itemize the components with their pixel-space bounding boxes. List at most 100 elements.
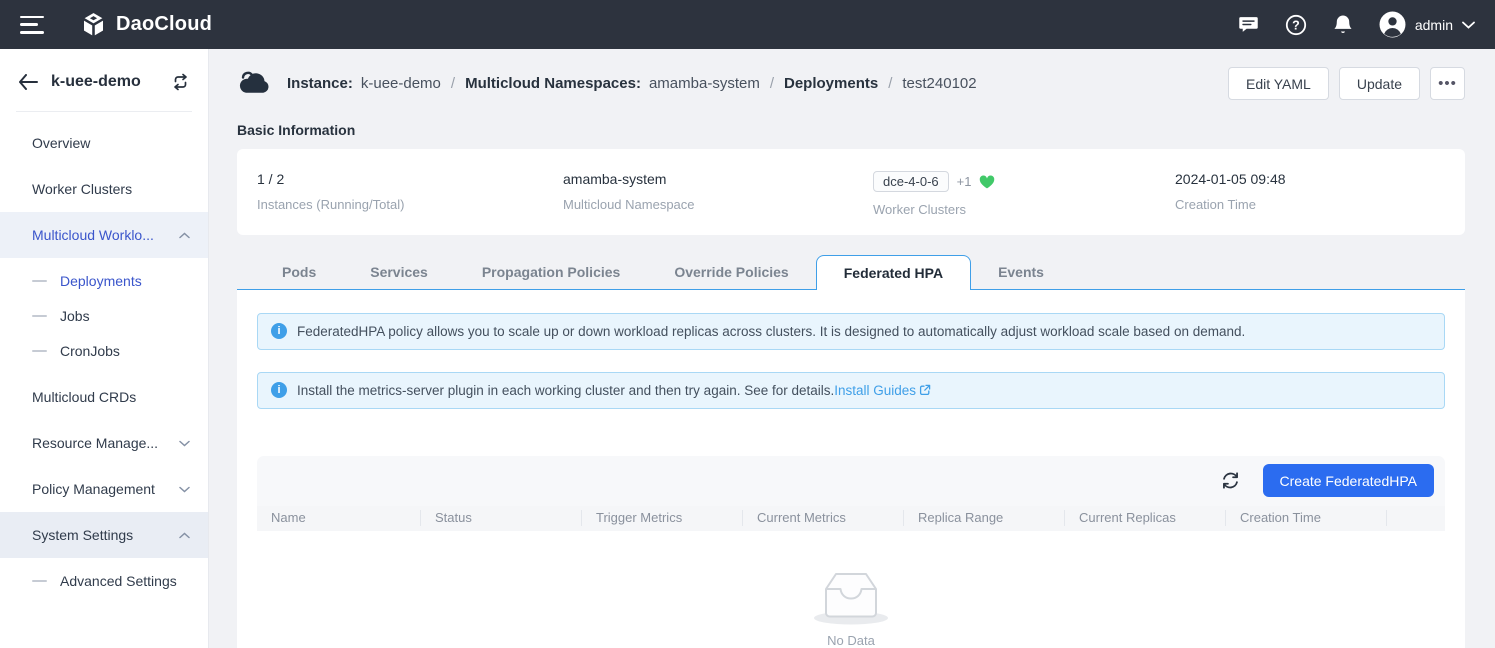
basic-information-card: 1 / 2 Instances (Running/Total) amamba-s… xyxy=(237,149,1465,235)
main-content: Instance: k-uee-demo / Multicloud Namesp… xyxy=(209,49,1495,648)
column-header-current-metrics: Current Metrics xyxy=(742,510,903,526)
create-federatedhpa-button[interactable]: Create FederatedHPA xyxy=(1263,464,1434,497)
tab-pods[interactable]: Pods xyxy=(255,255,343,289)
column-header-creation-time: Creation Time xyxy=(1225,510,1386,526)
user-name: admin xyxy=(1415,17,1453,33)
sidebar-item-label: CronJobs xyxy=(60,343,120,359)
no-data-label: No Data xyxy=(827,633,875,648)
field-value: 2024-01-05 09:48 xyxy=(1175,171,1286,187)
info-field-creation-time: 2024-01-05 09:48 Creation Time xyxy=(1175,171,1286,217)
avatar xyxy=(1379,11,1406,38)
chevron-down-icon xyxy=(179,440,190,447)
tab-federated-hpa[interactable]: Federated HPA xyxy=(816,255,971,290)
sidebar-divider xyxy=(16,111,192,112)
sidebar: k-uee-demo Overview Worker Clusters Mult… xyxy=(0,49,209,648)
sidebar-item-label: Policy Management xyxy=(32,481,155,497)
breadcrumb-instance-value[interactable]: k-uee-demo xyxy=(361,75,441,92)
column-header-status: Status xyxy=(420,510,581,526)
cluster-extra-count: +1 xyxy=(957,174,972,189)
sidebar-item-label: Jobs xyxy=(60,308,90,324)
breadcrumb: Instance: k-uee-demo / Multicloud Namesp… xyxy=(287,75,977,92)
more-actions-button[interactable]: ••• xyxy=(1430,67,1465,100)
chevron-down-icon xyxy=(1462,21,1475,29)
breadcrumb-separator: / xyxy=(768,75,776,92)
sidebar-item-resource-management[interactable]: Resource Manage... xyxy=(0,420,208,466)
tab-override-policies[interactable]: Override Policies xyxy=(647,255,815,289)
federated-hpa-panel: i FederatedHPA policy allows you to scal… xyxy=(237,290,1465,648)
bell-icon[interactable] xyxy=(1332,14,1354,36)
chevron-up-icon xyxy=(179,532,190,539)
empty-box-icon xyxy=(812,567,890,625)
chevron-down-icon xyxy=(179,486,190,493)
tab-events[interactable]: Events xyxy=(971,255,1071,289)
sidebar-item-jobs[interactable]: Jobs xyxy=(0,298,208,333)
field-value: amamba-system xyxy=(563,171,873,187)
table-empty-state: No Data xyxy=(257,531,1445,648)
sidebar-item-label: Advanced Settings xyxy=(60,573,177,589)
topbar: DaoCloud ? admin xyxy=(0,0,1495,49)
column-header-replica-range: Replica Range xyxy=(903,510,1064,526)
info-alert-policy: i FederatedHPA policy allows you to scal… xyxy=(257,313,1445,350)
edit-yaml-button[interactable]: Edit YAML xyxy=(1228,67,1329,100)
page-header: Instance: k-uee-demo / Multicloud Namesp… xyxy=(237,62,1465,105)
topbar-right: ? admin xyxy=(1238,11,1475,38)
field-label: Creation Time xyxy=(1175,197,1286,212)
column-header-trigger-metrics: Trigger Metrics xyxy=(581,510,742,526)
back-arrow-icon[interactable] xyxy=(18,74,38,90)
sidebar-item-policy-management[interactable]: Policy Management xyxy=(0,466,208,512)
sidebar-item-cronjobs[interactable]: CronJobs xyxy=(0,333,208,368)
dash-icon xyxy=(32,350,47,352)
breadcrumb-namespace-label: Multicloud Namespaces: xyxy=(465,75,641,92)
column-header-name: Name xyxy=(257,510,420,526)
heart-icon xyxy=(979,175,995,189)
field-value: 1 / 2 xyxy=(257,171,563,187)
info-icon: i xyxy=(271,382,287,398)
sidebar-item-system-settings[interactable]: System Settings xyxy=(0,512,208,558)
help-icon[interactable]: ? xyxy=(1285,14,1307,36)
breadcrumb-deployments-link[interactable]: Deployments xyxy=(784,75,878,92)
sidebar-item-multicloud-workloads[interactable]: Multicloud Worklo... xyxy=(0,212,208,258)
table-header: Name Status Trigger Metrics Current Metr… xyxy=(257,506,1445,531)
basic-information-title: Basic Information xyxy=(237,122,1465,138)
user-menu[interactable]: admin xyxy=(1379,11,1475,38)
info-alert-metrics-server: i Install the metrics-server plugin in e… xyxy=(257,372,1445,409)
cluster-name: k-uee-demo xyxy=(51,73,158,91)
refresh-icon[interactable] xyxy=(1219,469,1243,493)
info-field-worker-clusters: dce-4-0-6 +1 Worker Clusters xyxy=(873,171,1175,217)
sidebar-item-label: Worker Clusters xyxy=(32,181,132,197)
header-actions: Edit YAML Update ••• xyxy=(1228,67,1465,100)
sidebar-item-label: System Settings xyxy=(32,527,133,543)
install-guides-link[interactable]: Install Guides xyxy=(834,383,931,398)
daocloud-app: DaoCloud ? admin xyxy=(0,0,1495,648)
alert-text: FederatedHPA policy allows you to scale … xyxy=(297,324,1245,339)
dash-icon xyxy=(32,280,47,282)
sidebar-item-label: Resource Manage... xyxy=(32,435,158,451)
sidebar-item-label: Multicloud Worklo... xyxy=(32,227,154,243)
breadcrumb-separator: / xyxy=(886,75,894,92)
tab-bar: Pods Services Propagation Policies Overr… xyxy=(237,255,1465,290)
breadcrumb-instance-label: Instance: xyxy=(287,75,353,92)
table-toolbar: Create FederatedHPA xyxy=(257,456,1445,506)
column-header-current-replicas: Current Replicas xyxy=(1064,510,1225,526)
brand-logo[interactable]: DaoCloud xyxy=(80,11,212,38)
sidebar-item-deployments[interactable]: Deployments xyxy=(0,263,208,298)
alert-text: Install the metrics-server plugin in eac… xyxy=(297,383,931,398)
info-field-namespace: amamba-system Multicloud Namespace xyxy=(563,171,873,217)
tab-propagation-policies[interactable]: Propagation Policies xyxy=(455,255,647,289)
sidebar-header: k-uee-demo xyxy=(0,49,208,111)
dash-icon xyxy=(32,580,47,582)
tab-services[interactable]: Services xyxy=(343,255,455,289)
switch-cluster-icon[interactable] xyxy=(171,73,190,91)
breadcrumb-namespace-value[interactable]: amamba-system xyxy=(649,75,760,92)
svg-text:?: ? xyxy=(1292,18,1300,32)
sidebar-item-multicloud-crds[interactable]: Multicloud CRDs xyxy=(0,374,208,420)
menu-icon[interactable] xyxy=(20,16,44,34)
sidebar-item-advanced-settings[interactable]: Advanced Settings xyxy=(0,563,208,598)
update-button[interactable]: Update xyxy=(1339,67,1420,100)
cloud-icon xyxy=(237,69,273,99)
sidebar-item-worker-clusters[interactable]: Worker Clusters xyxy=(0,166,208,212)
sidebar-item-overview[interactable]: Overview xyxy=(0,120,208,166)
field-label: Instances (Running/Total) xyxy=(257,197,563,212)
info-icon: i xyxy=(271,323,287,339)
chat-icon[interactable] xyxy=(1238,14,1260,36)
